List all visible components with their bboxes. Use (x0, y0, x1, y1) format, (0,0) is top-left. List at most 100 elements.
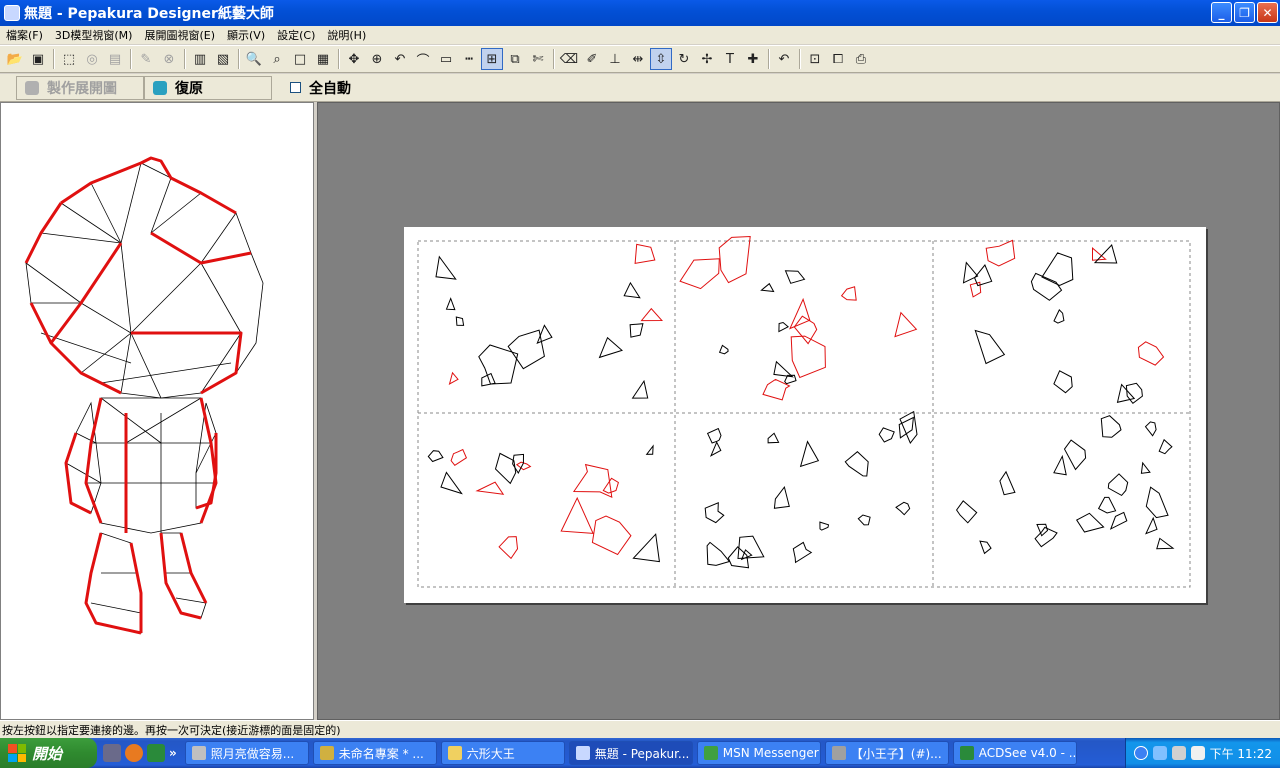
rotate-part-icon[interactable]: ⊕ (366, 48, 388, 70)
pattern-piece[interactable] (435, 255, 457, 280)
task-button-active[interactable]: 無題 - Pepakur... (568, 741, 693, 765)
curve-icon[interactable]: ↶ (389, 48, 411, 70)
menu-settings[interactable]: 設定(C) (271, 27, 321, 43)
pattern-piece[interactable] (974, 329, 1006, 365)
pattern-piece[interactable] (1158, 438, 1173, 455)
pattern-piece[interactable] (979, 540, 992, 555)
join-edge-icon[interactable]: ⊞ (481, 48, 503, 70)
pattern-piece[interactable] (767, 432, 780, 444)
pattern-piece[interactable] (792, 541, 813, 564)
pattern-piece[interactable] (1137, 341, 1165, 366)
copy-model-icon[interactable]: ▤ (104, 48, 126, 70)
model-icon[interactable]: ⬚ (58, 48, 80, 70)
pattern-piece[interactable] (840, 286, 857, 301)
pattern-piece[interactable] (899, 410, 918, 444)
tray-expand-icon[interactable] (1133, 746, 1148, 760)
pattern-piece[interactable] (955, 500, 978, 524)
add-image-icon[interactable]: ✚ (742, 48, 764, 70)
pattern-piece[interactable] (634, 243, 656, 265)
pattern-piece[interactable] (450, 448, 468, 466)
grid-icon[interactable]: ▦ (312, 48, 334, 70)
view-texture-icon[interactable]: ▧ (212, 48, 234, 70)
pattern-piece[interactable] (1036, 523, 1049, 537)
pattern-piece[interactable] (1075, 512, 1105, 533)
move-icon[interactable]: ✢ (696, 48, 718, 70)
rotate-icon[interactable]: ↻ (673, 48, 695, 70)
pattern-piece[interactable] (560, 496, 594, 534)
pattern-piece[interactable] (793, 315, 818, 345)
task-button[interactable]: MSN Messenger (696, 741, 821, 765)
app-icon[interactable] (4, 5, 20, 21)
pattern-piece[interactable] (1063, 439, 1087, 471)
pattern-piece[interactable] (718, 235, 751, 284)
pattern-piece[interactable] (844, 451, 869, 477)
pattern-piece[interactable] (895, 501, 911, 516)
menu-help[interactable]: 說明(H) (321, 27, 372, 43)
pattern-piece[interactable] (478, 344, 519, 385)
pattern-piece[interactable] (878, 427, 895, 443)
auto-checkbox[interactable]: 全自動 (290, 78, 351, 98)
auto-checkbox-box[interactable] (290, 82, 301, 93)
cut-icon[interactable]: ✄ (527, 48, 549, 70)
pattern-piece[interactable] (445, 297, 456, 311)
fold-icon[interactable]: ⌒ (412, 48, 434, 70)
view-side-icon[interactable]: ▥ (189, 48, 211, 70)
pattern-piece[interactable] (999, 470, 1016, 496)
pattern-piece[interactable] (1097, 496, 1117, 514)
print-icon[interactable]: ⎙ (850, 48, 872, 70)
pattern-piece[interactable] (773, 360, 794, 378)
pattern-piece[interactable] (598, 336, 624, 359)
move-part-icon[interactable]: ✥ (343, 48, 365, 70)
model-3d-view[interactable] (0, 102, 314, 720)
start-button[interactable]: 開始 (0, 738, 97, 768)
pattern-2d-view[interactable] (317, 102, 1280, 720)
task-button[interactable]: 未命名專案 * ... (312, 741, 437, 765)
zoom-in-icon[interactable]: 🔍 (243, 48, 265, 70)
pattern-piece[interactable] (706, 427, 722, 444)
menu-2d-view[interactable]: 展開圖視窗(E) (138, 27, 221, 43)
pages-icon[interactable]: ⧠ (827, 48, 849, 70)
maximize-button[interactable]: ❐ (1234, 2, 1255, 23)
split-icon[interactable]: ⧉ (504, 48, 526, 70)
pattern-piece[interactable] (645, 444, 654, 455)
pattern-piece[interactable] (1144, 421, 1157, 437)
draw-icon[interactable]: ✐ (581, 48, 603, 70)
pattern-piece[interactable] (709, 441, 722, 457)
flip-v-icon[interactable]: ⇳ (650, 48, 672, 70)
pattern-piece[interactable] (679, 258, 720, 290)
pattern-piece[interactable] (969, 281, 982, 298)
pattern-piece[interactable] (1107, 473, 1129, 497)
save-icon[interactable]: ▣ (27, 48, 49, 70)
pattern-piece[interactable] (1053, 454, 1067, 476)
frame-icon[interactable]: □ (289, 48, 311, 70)
eraser-icon[interactable]: ⌫ (558, 48, 580, 70)
open-icon[interactable]: 📂 (4, 48, 26, 70)
firefox-icon[interactable] (125, 744, 143, 762)
task-button[interactable]: ACDSee v4.0 - ... (952, 741, 1077, 765)
pen-icon[interactable] (1190, 746, 1205, 760)
text-icon[interactable]: T (719, 48, 741, 70)
pattern-piece[interactable] (894, 311, 918, 338)
pattern-piece[interactable] (448, 371, 459, 386)
menu-3d-view[interactable]: 3D模型視窗(M) (49, 27, 139, 43)
pattern-piece[interactable] (440, 471, 463, 495)
pattern-piece[interactable] (789, 297, 811, 330)
unfold-button[interactable]: 製作展開圖 (16, 75, 144, 100)
pattern-piece[interactable] (760, 282, 775, 293)
pattern-piece[interactable] (773, 485, 790, 509)
acdsee-icon[interactable] (147, 744, 165, 762)
menu-file[interactable]: 檔案(F) (0, 27, 49, 43)
pattern-piece[interactable] (778, 321, 789, 333)
pattern-piece[interactable] (1145, 516, 1158, 535)
pattern-piece[interactable] (1100, 415, 1122, 438)
pattern-piece[interactable] (1041, 252, 1074, 287)
minimize-button[interactable]: _ (1211, 2, 1232, 23)
pattern-piece[interactable] (1140, 461, 1151, 474)
quick-launch-more[interactable]: » (169, 746, 177, 760)
menu-display[interactable]: 顯示(V) (221, 27, 271, 43)
restore-button[interactable]: 復原 (144, 75, 272, 100)
pattern-piece[interactable] (819, 521, 830, 531)
sphere-icon[interactable]: ◎ (81, 48, 103, 70)
pattern-piece[interactable] (494, 452, 517, 485)
pattern-piece[interactable] (784, 270, 806, 284)
